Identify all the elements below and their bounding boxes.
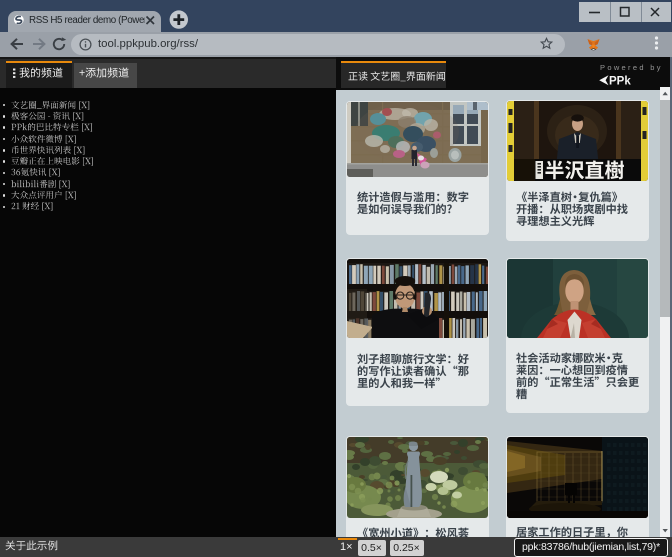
svg-text:PPk: PPk <box>609 76 631 87</box>
